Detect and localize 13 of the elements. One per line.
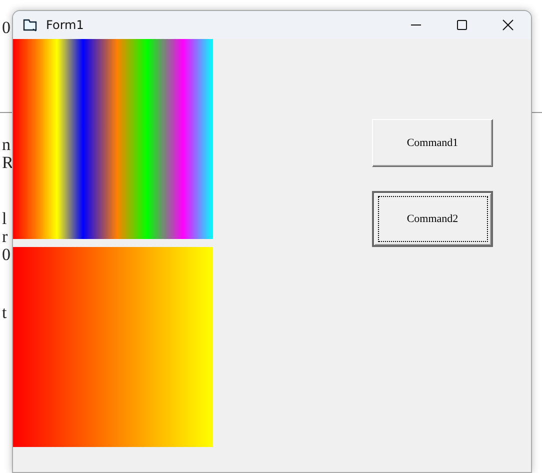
close-icon[interactable]: [502, 19, 514, 31]
command-button[interactable]: Command1: [372, 119, 493, 167]
form-icon: [22, 17, 38, 33]
code-fragment: 0: [2, 19, 10, 37]
maximize-icon[interactable]: [456, 19, 468, 31]
code-fragment: t: [2, 304, 7, 322]
command-button[interactable]: Command2: [372, 191, 493, 247]
window-title: Form1: [46, 18, 85, 32]
code-fragment: R: [2, 154, 14, 172]
code-fragment: r: [2, 228, 8, 246]
code-fragment: n: [2, 136, 10, 154]
code-fragment: l: [2, 210, 7, 228]
code-fragment: 0: [2, 246, 10, 264]
